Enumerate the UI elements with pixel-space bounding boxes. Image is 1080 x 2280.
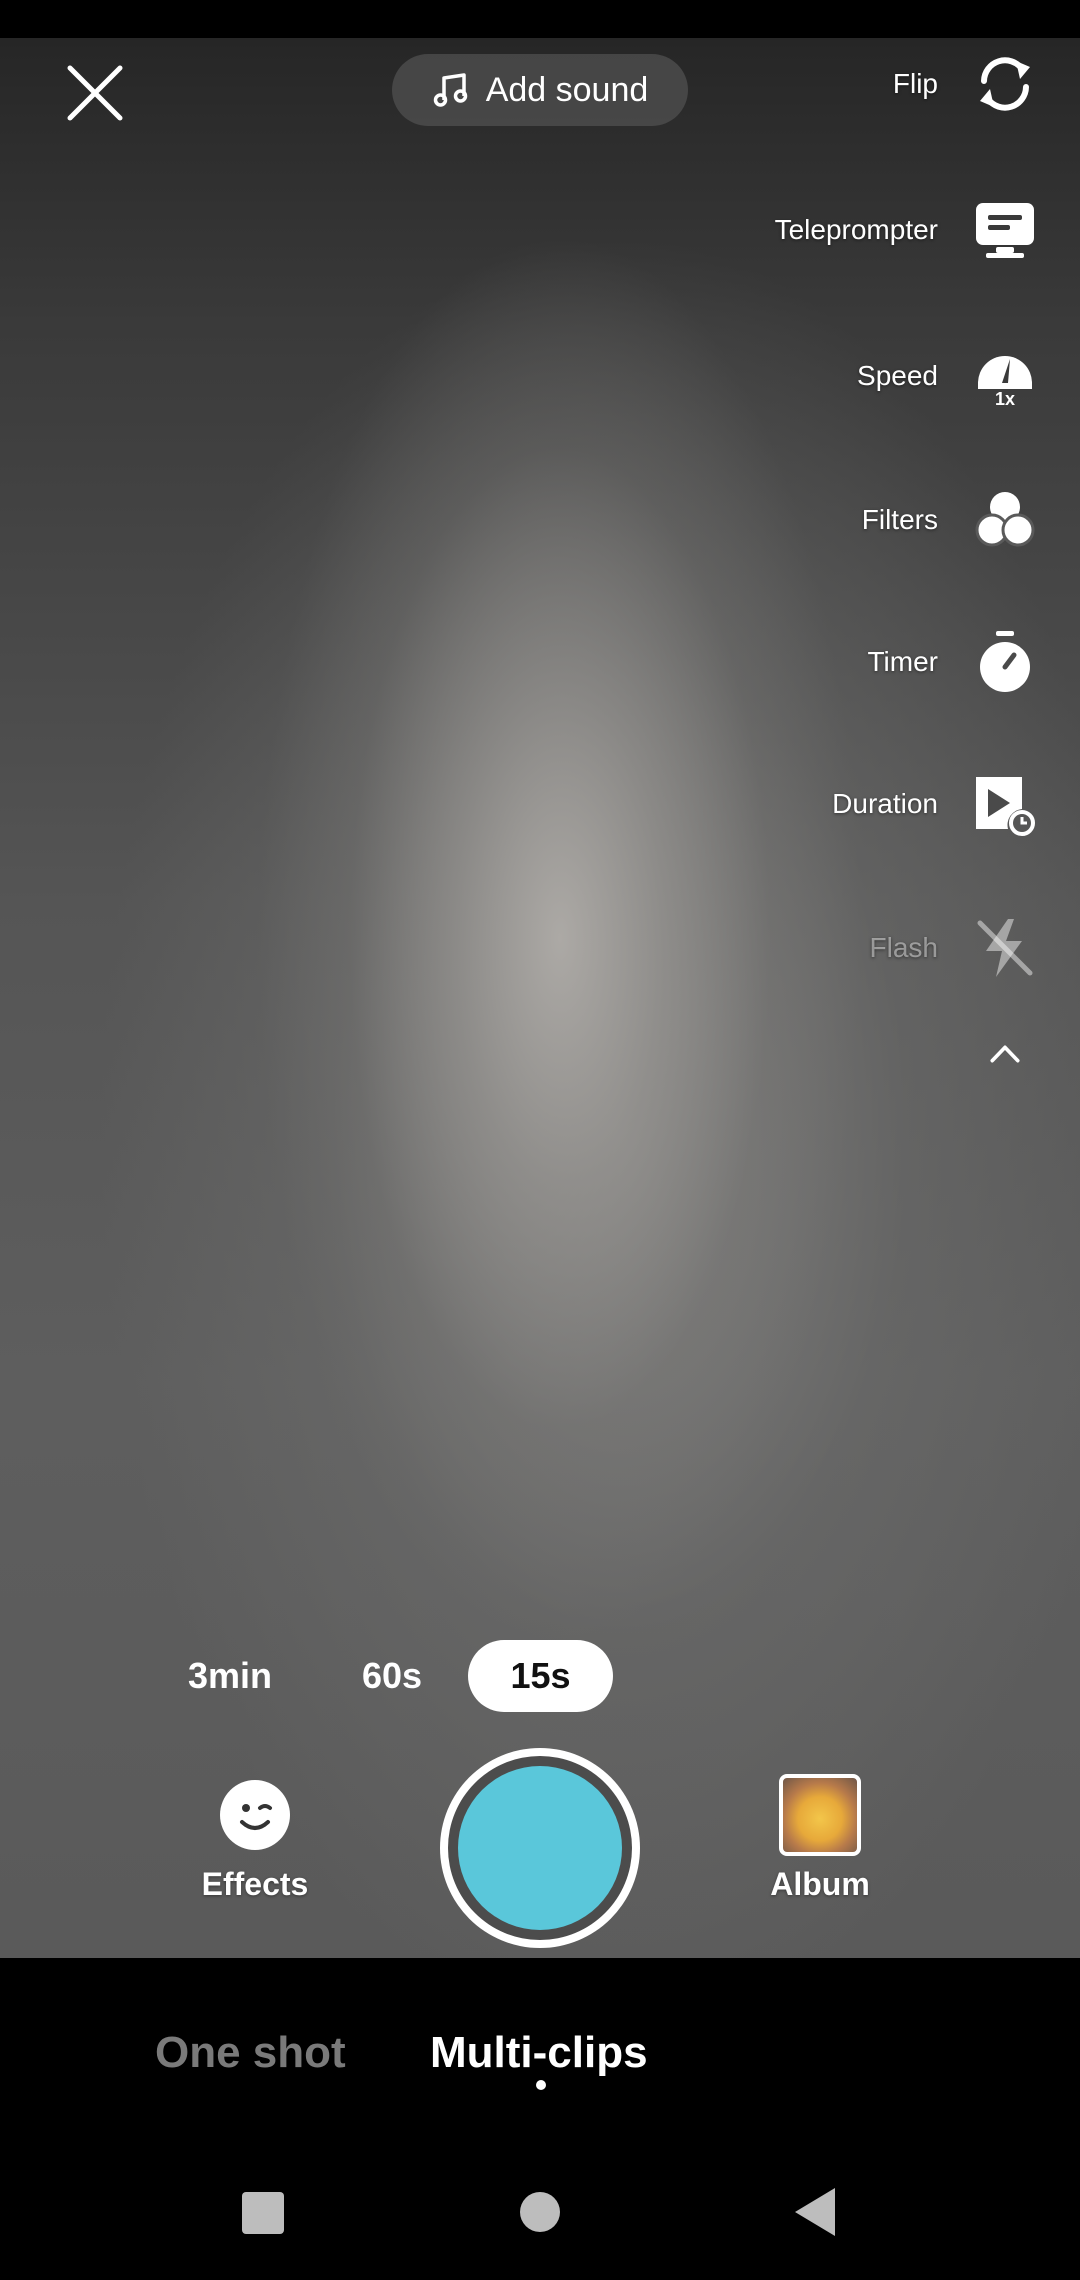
teleprompter-button[interactable]: Teleprompter: [775, 190, 1080, 270]
flash-label: Flash: [869, 932, 938, 963]
timer-label: Timer: [867, 646, 938, 677]
flip-button[interactable]: Flip: [893, 44, 1080, 124]
album-label: Album: [770, 1866, 870, 1902]
effects-label: Effects: [201, 1866, 309, 1902]
chevron-up-icon: [970, 1019, 1040, 1089]
speed-value: 1x: [995, 389, 1015, 409]
flash-button[interactable]: Flash: [870, 908, 1080, 988]
teleprompter-label: Teleprompter: [774, 214, 938, 245]
duration-selector: 3min 60s 15s: [0, 1640, 1080, 1712]
close-icon: [67, 65, 123, 121]
duration-option-60s[interactable]: 60s: [332, 1640, 452, 1712]
effects-button[interactable]: Effects: [180, 1780, 330, 1903]
flash-off-icon: [970, 913, 1040, 983]
teleprompter-icon: [970, 195, 1040, 265]
camera-screen: Add sound Flip Teleprompter Speed 1x Fil…: [0, 0, 1080, 2280]
mode-one-shot[interactable]: One shot: [155, 2028, 346, 2078]
add-sound-button[interactable]: Add sound: [392, 54, 688, 126]
speed-button[interactable]: Speed 1x: [857, 336, 1080, 416]
home-button[interactable]: [520, 2192, 560, 2232]
flip-camera-icon: [970, 49, 1040, 119]
record-button[interactable]: [440, 1748, 640, 1948]
mode-bar: One shot Multi-clips: [0, 1958, 1080, 2150]
music-note-icon: [433, 73, 467, 107]
filters-button[interactable]: Filters: [862, 480, 1080, 560]
duration-button[interactable]: Duration: [832, 764, 1080, 844]
status-bar: [0, 0, 1080, 38]
close-button[interactable]: [60, 58, 130, 128]
duration-option-15s[interactable]: 15s: [468, 1640, 613, 1712]
speed-label: Speed: [857, 360, 938, 391]
collapse-tools-button[interactable]: [938, 1014, 1080, 1094]
speed-icon: 1x: [970, 341, 1040, 411]
duration-icon: [970, 769, 1040, 839]
flip-label: Flip: [892, 68, 938, 99]
record-button-core: [458, 1766, 622, 1930]
mode-selected-indicator: [536, 2080, 546, 2090]
effects-icon: [220, 1780, 290, 1850]
system-nav-bar: [0, 2150, 1080, 2280]
back-button[interactable]: [795, 2188, 835, 2236]
duration-option-3min[interactable]: 3min: [160, 1640, 300, 1712]
album-thumbnail: [779, 1774, 861, 1856]
duration-label: Duration: [832, 788, 938, 819]
add-sound-label: Add sound: [485, 70, 649, 109]
timer-button[interactable]: Timer: [867, 622, 1080, 702]
album-button[interactable]: Album: [740, 1774, 900, 1903]
filters-label: Filters: [861, 504, 938, 535]
filters-icon: [970, 485, 1040, 555]
timer-icon: [970, 627, 1040, 697]
recents-button[interactable]: [242, 2192, 284, 2234]
mode-multi-clips[interactable]: Multi-clips: [430, 2028, 648, 2078]
